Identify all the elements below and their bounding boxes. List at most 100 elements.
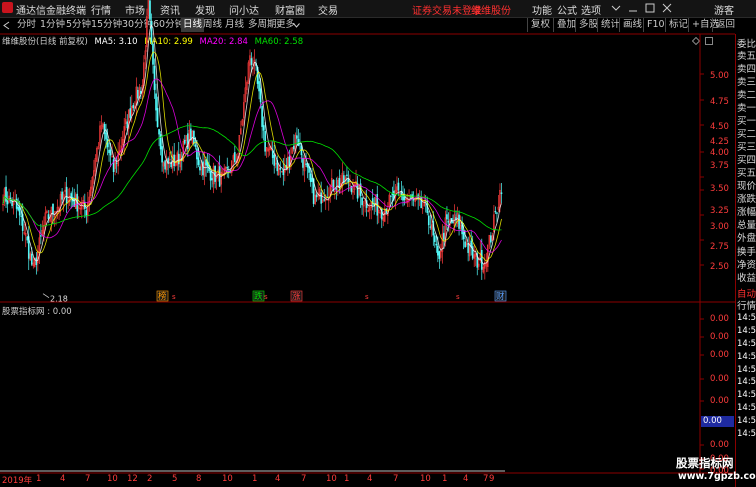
candle-body xyxy=(293,145,295,150)
candle-body xyxy=(105,132,107,140)
indicator-tick: 0.00 xyxy=(710,440,729,450)
ma20-line xyxy=(2,78,502,253)
candle-body xyxy=(129,108,132,118)
candle-body xyxy=(427,215,430,226)
date-tick: 10 xyxy=(107,474,118,484)
date-tick: 5 xyxy=(172,474,178,484)
candle-body xyxy=(438,251,441,259)
date-tick: 7 xyxy=(393,474,399,484)
candle-body xyxy=(109,149,112,156)
price-tick: 2.75 xyxy=(710,242,729,252)
date-axis: 2019年 1 4 7 10 12 2 5 8 10 1 4 7 10 1 4 7 10 1 4 7 9 xyxy=(0,473,735,487)
date-tick: 4 xyxy=(367,474,373,484)
indicator-tick: 0.00 xyxy=(710,350,729,360)
quote-row-label: 行情 xyxy=(737,301,756,312)
candle-body xyxy=(250,58,253,65)
date-tick: 8 xyxy=(196,474,202,484)
date-tick: 10 xyxy=(420,474,431,484)
price-tick: 4.00 xyxy=(710,148,729,158)
quote-row-label: 收益 xyxy=(737,273,756,284)
candle-body xyxy=(412,199,415,201)
quote-row-label: 14:56 xyxy=(737,416,756,426)
candle-body xyxy=(464,241,466,248)
candle-body xyxy=(397,182,400,191)
price-tick: 3.25 xyxy=(710,206,729,216)
candle-body xyxy=(447,221,450,223)
candle-body xyxy=(452,221,454,224)
candle-body xyxy=(259,88,262,103)
candle-body xyxy=(158,129,160,135)
candle-body xyxy=(199,166,201,171)
event-marker: 涨 xyxy=(292,291,301,302)
candle-body xyxy=(338,178,341,188)
candle-body xyxy=(315,194,318,198)
candle-body xyxy=(26,236,29,241)
event-marker: s xyxy=(456,293,460,301)
candle-body xyxy=(211,178,213,181)
quote-row-label: 14:56 xyxy=(737,326,756,336)
ma60-line xyxy=(2,125,502,231)
candle-body xyxy=(494,211,497,213)
candle-body xyxy=(153,65,156,90)
ma10-line xyxy=(2,51,502,262)
date-tick: 2019年 xyxy=(2,476,33,486)
candle-body xyxy=(187,133,189,150)
candle-body xyxy=(115,162,118,164)
quote-row-label: 卖二 xyxy=(737,90,756,101)
quote-row-label: 14:56 xyxy=(737,339,756,349)
date-tick: 4 xyxy=(60,474,66,484)
quote-row-label: 卖三 xyxy=(737,77,756,88)
date-tick: 1 xyxy=(442,474,448,484)
event-marker: 榜 xyxy=(158,291,167,302)
kline-chart[interactable]: 5.382.18榜s跌s涨ss财 xyxy=(0,0,756,487)
candle-body xyxy=(271,150,274,158)
candle-body xyxy=(197,157,200,166)
quote-row-label: 换手 xyxy=(737,247,756,258)
candle-body xyxy=(311,177,313,182)
quote-row-label: 14:56 xyxy=(737,352,756,362)
date-tick: 7 xyxy=(85,474,91,484)
date-tick: 12 xyxy=(127,474,138,484)
quote-row-label: 14:56 xyxy=(737,365,756,375)
candle-body xyxy=(335,188,338,190)
candle-body xyxy=(196,148,198,160)
candle-body xyxy=(403,196,406,201)
price-tick: 3.75 xyxy=(710,161,729,171)
candle-body xyxy=(467,242,469,253)
quote-row-label: 外盘 xyxy=(737,233,756,244)
candle-body xyxy=(320,192,322,204)
quote-row-label: 14:56 xyxy=(737,313,756,323)
date-tick: 10 xyxy=(222,474,233,484)
candle-body xyxy=(164,160,166,170)
candle-body xyxy=(152,43,154,65)
quote-row-label: 涨幅 xyxy=(737,207,756,218)
price-tick: 4.75 xyxy=(710,97,729,107)
candle-body xyxy=(490,235,492,243)
candle-body xyxy=(85,210,88,217)
candle-body xyxy=(149,0,151,20)
price-tick: 5.00 xyxy=(710,71,729,81)
indicator-tick: 0.00 xyxy=(710,374,729,384)
date-tick: 1 xyxy=(252,474,258,484)
indicator-tick: 0.00 xyxy=(710,314,729,324)
event-marker: 跌 xyxy=(254,291,263,302)
candle-body xyxy=(258,81,260,92)
price-tick: 4.50 xyxy=(710,122,729,132)
candle-body xyxy=(443,232,445,240)
low-marker-line xyxy=(42,293,50,299)
candle-body xyxy=(434,235,436,242)
watermark-title: 股票指标网 xyxy=(676,456,734,470)
candle-body xyxy=(346,174,348,176)
candle-body xyxy=(429,226,432,228)
candle-body xyxy=(437,245,439,256)
candle-body xyxy=(262,125,265,131)
candle-body xyxy=(155,93,157,111)
candle-body xyxy=(194,144,197,147)
date-tick: 7 xyxy=(483,474,489,484)
candle-body xyxy=(209,170,212,181)
quote-row-label: 买二 xyxy=(737,129,756,140)
candle-body xyxy=(500,192,503,194)
candle-body xyxy=(177,153,180,165)
date-tick: 10 xyxy=(326,474,337,484)
date-tick: 4 xyxy=(463,474,469,484)
